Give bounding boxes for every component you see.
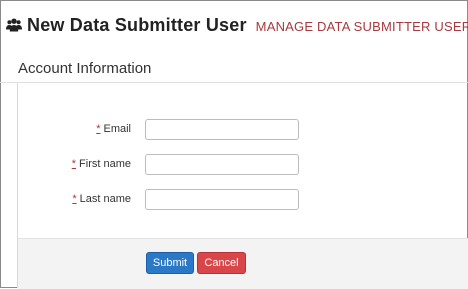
page-header: New Data Submitter User MANAGE DATA SUBM… (6, 14, 468, 36)
first-name-row: * First name (0, 154, 468, 176)
users-icon (6, 18, 22, 32)
page-title: New Data Submitter User (27, 14, 247, 35)
submit-button[interactable]: Submit (146, 252, 194, 274)
first-name-field[interactable] (145, 154, 299, 175)
email-label-text: Email (103, 123, 131, 135)
required-marker: * (96, 123, 101, 135)
email-label: * Email (96, 123, 131, 135)
cancel-button[interactable]: Cancel (197, 252, 246, 274)
section-title: Account Information (18, 60, 152, 77)
email-field[interactable] (145, 119, 299, 140)
required-marker: * (71, 158, 77, 170)
last-name-field[interactable] (145, 189, 299, 210)
required-marker: * (72, 193, 77, 205)
section-divider (0, 82, 468, 83)
email-row: * Email (0, 119, 468, 141)
first-name-label-text: First name (79, 158, 131, 170)
last-name-row: * Last name (0, 189, 468, 211)
manage-submitters-link[interactable]: MANAGE DATA SUBMITTER USERS (256, 17, 468, 34)
last-name-label-text: Last name (79, 193, 131, 205)
first-name-label: * First name (72, 158, 131, 170)
last-name-label: * Last name (72, 193, 131, 205)
